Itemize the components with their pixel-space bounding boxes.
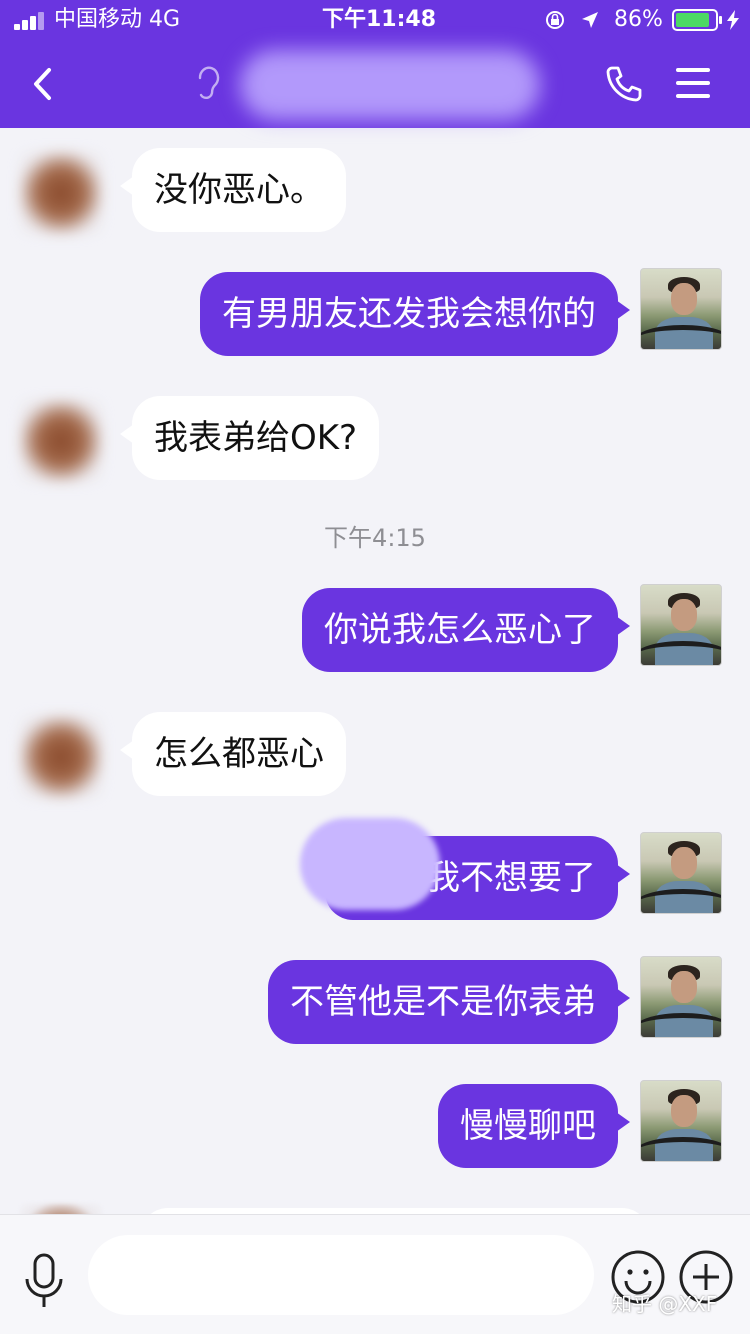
charging-bolt-icon	[727, 10, 739, 30]
message-text: 慢慢聊吧	[460, 1106, 596, 1146]
contact-avatar[interactable]	[20, 400, 102, 482]
ear-icon	[198, 66, 220, 100]
menu-icon[interactable]	[672, 64, 716, 104]
my-avatar[interactable]	[640, 584, 722, 666]
chat-title-redacted	[240, 50, 540, 120]
back-button[interactable]	[20, 62, 64, 106]
message-list[interactable]: 没你恶心。 有男朋友还发我会想你的 我表弟给OK? 下午4:15 你说我怎么恶心…	[0, 128, 750, 1214]
watermark: 知乎 @XXF	[612, 1292, 718, 1316]
lock-rotation-icon	[546, 11, 564, 29]
message-input[interactable]	[88, 1235, 594, 1315]
my-avatar[interactable]	[640, 268, 722, 350]
my-avatar[interactable]	[640, 956, 722, 1038]
redaction-blur	[300, 818, 440, 910]
incoming-bubble[interactable]: 我表弟给OK?	[119, 396, 380, 480]
my-avatar[interactable]	[640, 1080, 722, 1162]
message-text: 你说我怎么恶心了	[324, 610, 596, 650]
top-bar: 中国移动 4G 下午11:48 86%	[0, 0, 750, 128]
phone-icon[interactable]	[602, 62, 646, 106]
outgoing-bubble[interactable]: 你说我怎么恶心了	[302, 588, 630, 672]
incoming-bubble[interactable]: 没你恶心。	[120, 148, 346, 232]
message-text: 我表弟给OK?	[154, 418, 358, 458]
contact-avatar[interactable]	[20, 1204, 102, 1214]
battery-percent: 86%	[614, 7, 663, 32]
outgoing-bubble[interactable]: 不管他是不是你表弟	[268, 960, 630, 1044]
signal-icon	[14, 12, 54, 30]
microphone-icon[interactable]	[20, 1251, 68, 1311]
chat-header	[0, 40, 750, 128]
outgoing-bubble[interactable]: 慢慢聊吧	[438, 1084, 630, 1168]
incoming-bubble[interactable]: 怎么都恶心	[120, 712, 346, 796]
back-chevron-icon	[34, 68, 51, 100]
contact-avatar[interactable]	[20, 716, 102, 798]
status-time: 下午11:48	[322, 7, 437, 32]
contact-avatar[interactable]	[20, 152, 102, 234]
battery-icon	[672, 9, 722, 31]
carrier-label: 中国移动 4G	[54, 7, 181, 32]
message-text: 有男朋友还发我会想你的	[222, 294, 596, 334]
outgoing-bubble[interactable]: 有男朋友还发我会想你的	[200, 272, 630, 356]
location-arrow-icon	[582, 12, 598, 28]
status-bar: 中国移动 4G 下午11:48 86%	[0, 0, 750, 40]
message-text: 没你恶心。	[154, 170, 324, 210]
timestamp-divider: 下午4:15	[324, 524, 426, 552]
message-text: 怎么都恶心	[154, 734, 324, 774]
message-text: 不管他是不是你表弟	[290, 982, 596, 1022]
my-avatar[interactable]	[640, 832, 722, 914]
battery-level-fill	[676, 13, 709, 27]
